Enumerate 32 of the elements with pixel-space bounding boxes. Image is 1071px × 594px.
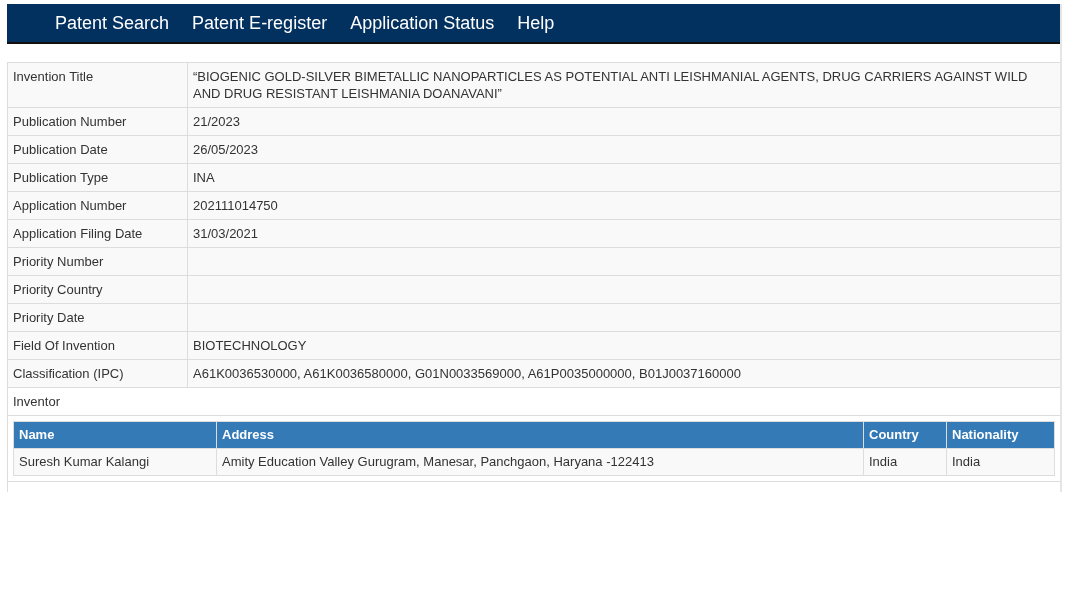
field-label: Application Filing Date	[8, 220, 188, 247]
nav-link[interactable]: Help	[509, 9, 563, 37]
nav-link[interactable]: Patent E-register	[184, 9, 336, 37]
field-value: 21/2023	[192, 113, 241, 131]
field-value: BIOTECHNOLOGY	[192, 337, 308, 355]
field-label: Priority Date	[8, 304, 188, 331]
column-header: Country	[863, 421, 947, 449]
field-value: 202111014750	[192, 197, 279, 215]
field-label: Classification (IPC)	[8, 360, 188, 387]
field-label: Publication Number	[8, 108, 188, 135]
field-label: Publication Date	[8, 136, 188, 163]
field-label: Field Of Invention	[8, 332, 188, 359]
column-header: Address	[216, 421, 864, 449]
field-value: 31/03/2021	[192, 225, 260, 243]
table-cell: India	[946, 448, 1055, 476]
field-label: Application Number	[8, 192, 188, 219]
table-cell: Amity Education Valley Gurugram, Manesar, Panchgaon, Haryana -122413	[216, 448, 864, 476]
table-cell: Suresh Kumar Kalangi	[13, 448, 217, 476]
field-value: 26/05/2023	[192, 141, 260, 159]
field-label: Priority Country	[8, 276, 188, 303]
field-value: A61K0036530000, A61K0036580000, G01N0033569000, A61P0035000000, B01J0037160000	[192, 365, 742, 383]
column-header: Name	[13, 421, 217, 449]
section-heading: Inventor	[7, 388, 1060, 416]
field-value: “BIOGENIC GOLD-SILVER BIMETALLIC NANOPARTICLES AS POTENTIAL ANTI LEISHMANIAL AGENTS, DRUG CARRIERS AGAINST WILD AND DRUG RESISTANT LEISHMANIA DOANAVANI”	[192, 68, 1029, 103]
field-label: Invention Title	[8, 63, 188, 107]
field-value: INA	[192, 169, 216, 187]
field-label: Priority Number	[8, 248, 188, 275]
column-header: Nationality	[946, 421, 1055, 449]
table-cell: India	[863, 448, 947, 476]
nav-link[interactable]: Patent Search	[47, 9, 178, 37]
field-label: Publication Type	[8, 164, 188, 191]
nav-link[interactable]: Application Status	[342, 9, 503, 37]
